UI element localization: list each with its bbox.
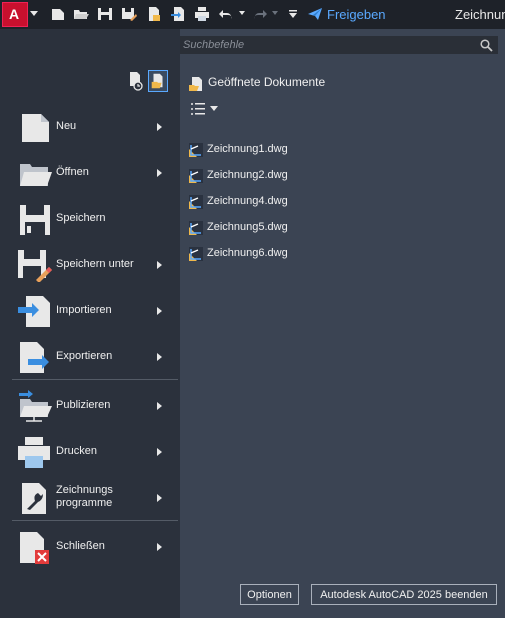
publish-icon (19, 390, 52, 422)
menu-item-oeffnen[interactable]: Öffnen (12, 150, 178, 196)
new-icon[interactable] (50, 6, 66, 22)
menu-item-label: Zeichnungs programme (56, 484, 113, 509)
chevron-down-icon[interactable] (30, 11, 38, 17)
undo-icon[interactable] (218, 6, 234, 22)
submenu-arrow-icon (157, 402, 162, 410)
undo-dropdown-icon[interactable] (238, 10, 246, 16)
redo-icon[interactable] (252, 6, 268, 22)
search-input[interactable] (181, 37, 478, 53)
new-document-icon (22, 114, 49, 142)
open-document-item[interactable]: Zeichnung2.dwg (188, 167, 308, 185)
menu-item-label: Schließen (56, 540, 105, 552)
menu-separator (12, 379, 178, 380)
menu-item-label: Publizieren (56, 399, 111, 411)
menu-item-neu[interactable]: Neu (12, 104, 178, 150)
submenu-arrow-icon (157, 261, 162, 269)
open-document-item[interactable]: Zeichnung4.dwg (188, 193, 308, 211)
file-name: Zeichnung4.dwg (207, 195, 288, 207)
dwg-file-icon (189, 221, 203, 235)
dwg-file-icon (189, 143, 203, 157)
submenu-arrow-icon (157, 448, 162, 456)
menu-item-schliessen[interactable]: Schließen (12, 524, 178, 570)
save-icon (20, 205, 50, 235)
submenu-arrow-icon (157, 169, 162, 177)
menu-separator (12, 520, 178, 521)
customize-dropdown-icon[interactable] (288, 9, 298, 19)
menu-item-speichern[interactable]: Speichern (12, 196, 178, 242)
quick-access-toolbar: A Freigeben Zeichnung (0, 0, 505, 29)
import-icon[interactable] (170, 6, 186, 22)
save-as-icon (18, 250, 52, 282)
redo-dropdown-icon[interactable] (271, 10, 279, 16)
close-document-icon (20, 532, 49, 564)
menu-item-label: Speichern unter (56, 258, 134, 270)
options-button[interactable]: Optionen (240, 584, 299, 605)
search-icon[interactable] (480, 39, 493, 52)
file-name: Zeichnung5.dwg (207, 221, 288, 233)
file-name: Zeichnung1.dwg (207, 143, 288, 155)
submenu-arrow-icon (157, 123, 162, 131)
open-document-item[interactable]: Zeichnung1.dwg (188, 141, 308, 159)
open-documents-title: Geöffnete Dokumente (208, 75, 326, 89)
drawing-utilities-icon (22, 483, 46, 514)
recent-documents-icon[interactable] (127, 70, 147, 92)
menu-item-label: Drucken (56, 445, 97, 457)
menu-item-label: Öffnen (56, 166, 89, 178)
plot-icon[interactable] (146, 6, 162, 22)
menu-item-publizieren[interactable]: Publizieren (12, 383, 178, 429)
menu-item-zeichnungsprogramme[interactable]: Zeichnungs programme (12, 475, 178, 521)
window-title: Zeichnung (455, 7, 505, 22)
share-icon[interactable] (307, 6, 323, 22)
menu-item-label: Speichern (56, 212, 106, 224)
print-icon (18, 437, 50, 468)
file-name: Zeichnung6.dwg (207, 247, 288, 259)
open-documents-toggle-icon[interactable] (148, 70, 168, 92)
open-icon[interactable] (73, 6, 89, 22)
folder-open-icon (20, 164, 52, 186)
submenu-arrow-icon (157, 307, 162, 315)
menu-item-exportieren[interactable]: Exportieren (12, 334, 178, 380)
documents-pane (180, 29, 505, 618)
menu-item-drucken[interactable]: Drucken (12, 429, 178, 475)
open-document-item[interactable]: Zeichnung5.dwg (188, 219, 308, 237)
open-document-item[interactable]: Zeichnung6.dwg (188, 245, 308, 263)
print-icon[interactable] (194, 6, 210, 22)
menu-item-label: Neu (56, 120, 77, 132)
menu-item-importieren[interactable]: Importieren (12, 288, 178, 334)
submenu-arrow-icon (157, 353, 162, 361)
dwg-file-icon (189, 195, 203, 209)
app-letter: A (9, 6, 20, 22)
application-menu-button[interactable]: A (2, 2, 28, 27)
menu-item-label: Exportieren (56, 350, 113, 362)
exit-autocad-button[interactable]: Autodesk AutoCAD 2025 beenden (311, 584, 497, 605)
save-icon[interactable] (97, 6, 113, 22)
menu-item-label: Importieren (56, 304, 112, 316)
dwg-file-icon (189, 169, 203, 183)
menu-item-speichern-unter[interactable]: Speichern unter (12, 242, 178, 288)
export-icon (20, 342, 49, 373)
share-button[interactable]: Freigeben (327, 7, 386, 22)
dwg-file-icon (189, 247, 203, 261)
file-name: Zeichnung2.dwg (207, 169, 288, 181)
list-view-icon[interactable] (190, 101, 220, 117)
command-search (180, 36, 498, 54)
import-icon (18, 296, 50, 327)
submenu-arrow-icon (157, 494, 162, 502)
submenu-arrow-icon (157, 543, 162, 551)
open-documents-icon (189, 77, 202, 91)
save-as-icon[interactable] (121, 6, 137, 22)
